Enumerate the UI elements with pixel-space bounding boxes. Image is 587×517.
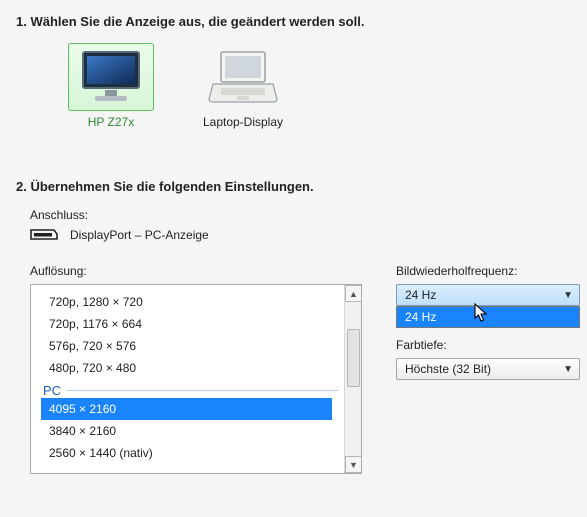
connector-label: Anschluss:: [30, 208, 571, 222]
resolution-item[interactable]: 2560 × 1440 (nativ): [31, 442, 344, 464]
display-item-laptop[interactable]: Laptop-Display: [200, 43, 286, 129]
monitor-icon: [68, 43, 154, 111]
refresh-dropdown[interactable]: 24 Hz: [396, 306, 580, 328]
resolution-item[interactable]: 3840 × 2160: [31, 420, 344, 442]
scroll-up-button[interactable]: ▲: [345, 285, 362, 302]
refresh-current: 24 Hz: [405, 288, 436, 302]
step2-heading: 2. Übernehmen Sie die folgenden Einstell…: [16, 179, 571, 194]
scroll-thumb[interactable]: [347, 329, 360, 387]
display-label: HP Z27x: [88, 115, 134, 129]
laptop-icon: [200, 43, 286, 111]
display-item-hp-z27x[interactable]: HP Z27x: [68, 43, 154, 129]
resolution-item[interactable]: 720p, 1176 × 664: [31, 313, 344, 335]
resolution-item[interactable]: 576p, 720 × 576: [31, 335, 344, 357]
chevron-down-icon: ▼: [563, 364, 573, 375]
refresh-label: Bildwiederholfrequenz:: [396, 264, 580, 278]
resolution-item[interactable]: 4095 × 2160: [41, 398, 332, 420]
display-picker: HP Z27x Laptop-Display: [68, 43, 571, 129]
step1-heading: 1. Wählen Sie die Anzeige aus, die geänd…: [16, 14, 571, 29]
refresh-rate-combobox[interactable]: 24 Hz ▼: [396, 284, 580, 306]
displayport-icon: [30, 228, 58, 242]
scrollbar[interactable]: ▲ ▼: [344, 285, 361, 473]
resolution-label: Auflösung:: [30, 264, 362, 278]
refresh-option[interactable]: 24 Hz: [397, 307, 579, 327]
connector-value: DisplayPort – PC-Anzeige: [70, 228, 209, 242]
chevron-down-icon: ▼: [563, 290, 573, 301]
colordepth-current: Höchste (32 Bit): [405, 362, 491, 376]
resolution-item[interactable]: 480p, 720 × 480: [31, 357, 344, 379]
resolution-group-pc: PC: [31, 383, 344, 398]
resolution-listbox[interactable]: 720p, 1280 × 720 720p, 1176 × 664 576p, …: [30, 284, 362, 474]
resolution-item[interactable]: 720p, 1280 × 720: [31, 291, 344, 313]
color-depth-combobox[interactable]: Höchste (32 Bit) ▼: [396, 358, 580, 380]
colordepth-label: Farbtiefe:: [396, 338, 580, 352]
scroll-down-button[interactable]: ▼: [345, 456, 362, 473]
display-label: Laptop-Display: [203, 115, 283, 129]
